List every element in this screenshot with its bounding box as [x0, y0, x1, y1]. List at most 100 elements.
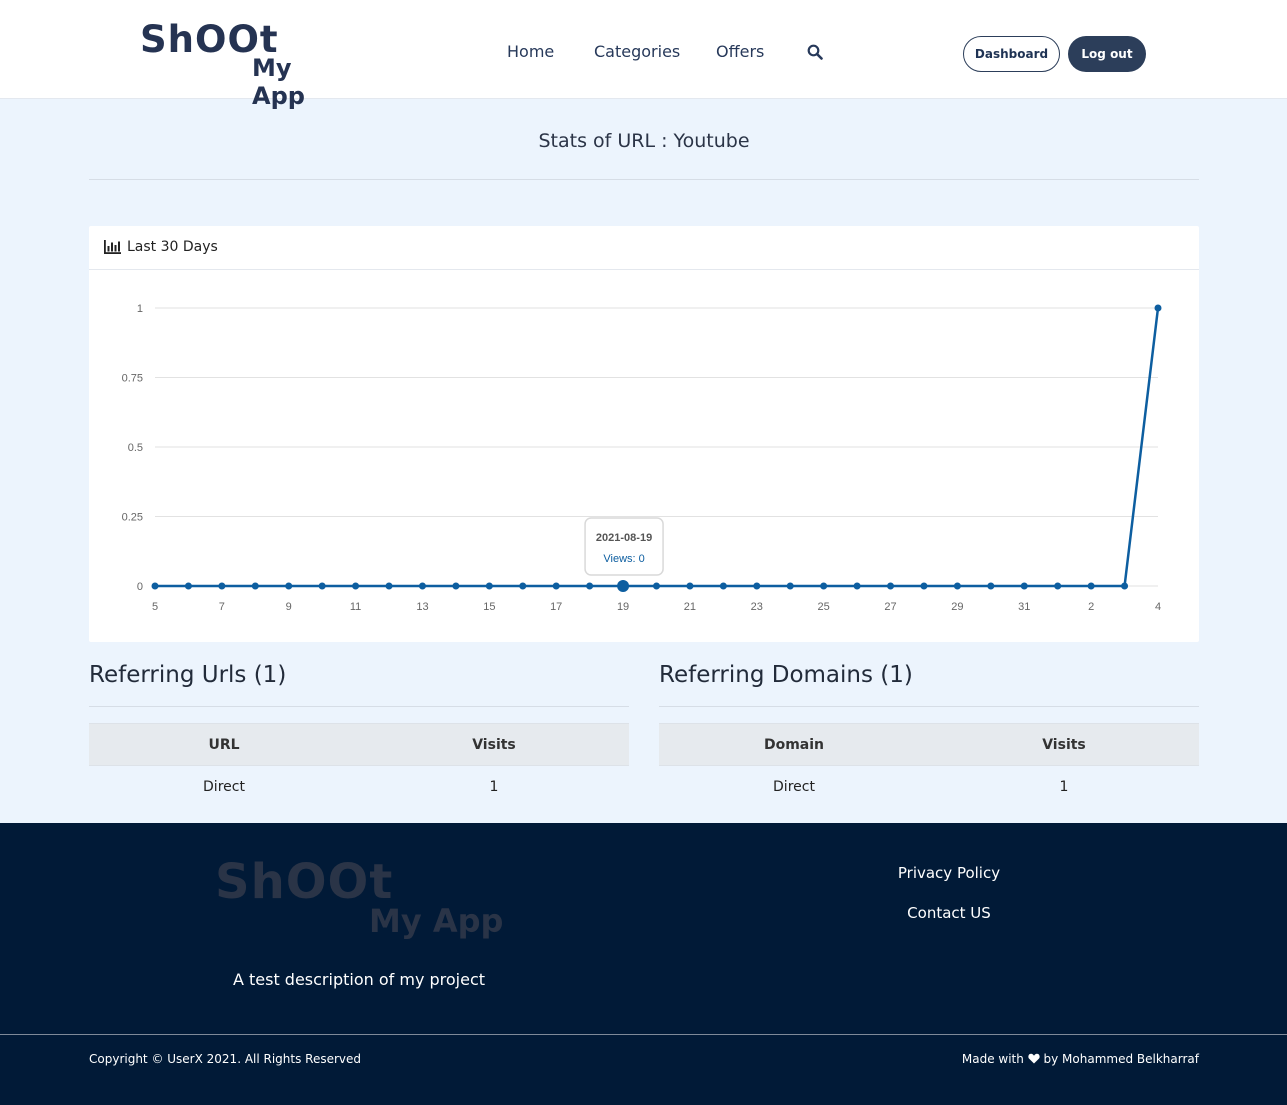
x-tick-label: 9 — [286, 601, 292, 613]
heart-icon — [1028, 1053, 1040, 1064]
x-tick-label: 31 — [1018, 601, 1030, 613]
data-point[interactable] — [1154, 304, 1162, 312]
x-tick-label: 4 — [1155, 601, 1161, 613]
data-point[interactable] — [586, 582, 594, 590]
column-header-url[interactable]: URL — [89, 723, 359, 766]
data-point[interactable] — [786, 582, 794, 590]
logo-text-myapp: My App — [252, 54, 305, 110]
x-tick-label: 27 — [884, 601, 896, 613]
data-point[interactable] — [418, 582, 426, 590]
referring-domains-title: Referring Domains (1) — [659, 662, 913, 688]
search-icon[interactable] — [807, 44, 823, 60]
footer-description: A test description of my project — [232, 970, 486, 989]
data-point[interactable] — [1087, 582, 1095, 590]
footer-logo-text-myapp: My App — [369, 902, 504, 940]
x-tick-label: 25 — [818, 601, 830, 613]
x-tick-label: 5 — [152, 601, 158, 613]
y-tick-label: 1 — [137, 303, 143, 315]
x-tick-label: 2 — [1088, 601, 1094, 613]
url-cell: Direct — [203, 778, 245, 795]
data-point[interactable] — [218, 582, 226, 590]
x-tick-label: 19 — [617, 601, 629, 613]
data-point[interactable] — [385, 582, 393, 590]
referring-urls-divider — [89, 706, 629, 707]
dashboard-button[interactable]: Dashboard — [963, 36, 1060, 72]
data-point[interactable] — [1121, 582, 1129, 590]
data-point[interactable] — [987, 582, 995, 590]
data-point[interactable] — [820, 582, 828, 590]
page-title: Stats of URL : Youtube — [538, 130, 750, 152]
domain-cell: Direct — [773, 778, 815, 795]
data-point[interactable] — [1054, 582, 1062, 590]
data-point[interactable] — [285, 582, 293, 590]
referring-urls-table: URL Visits Direct 1 — [89, 723, 629, 808]
nav-home[interactable]: Home — [507, 42, 554, 62]
made-with-credit: Made with by Mohammed Belkharraf — [962, 1051, 1199, 1067]
site-logo[interactable]: ShOOt My App — [140, 20, 350, 111]
y-tick-label: 0 — [137, 581, 143, 593]
x-tick-label: 29 — [951, 601, 963, 613]
referring-domains-divider — [659, 706, 1199, 707]
data-point[interactable] — [519, 582, 527, 590]
footer-logo-text-shoot: ShOOt — [215, 854, 394, 910]
chart-tooltip — [584, 517, 664, 576]
card-header: Last 30 Days — [89, 226, 1199, 270]
table-header-row: Domain Visits — [659, 723, 1199, 766]
data-point[interactable] — [251, 582, 259, 590]
data-point[interactable] — [953, 582, 961, 590]
logout-button[interactable]: Log out — [1068, 36, 1146, 72]
x-tick-label: 21 — [684, 601, 696, 613]
data-point[interactable] — [686, 582, 694, 590]
y-tick-label: 0.25 — [122, 512, 143, 524]
footer-divider — [0, 1034, 1287, 1035]
views-line-chart[interactable]: 00.250.50.7515 7 9 11 13 15 17 19 21 23 25 27 29 31 2 4… — [89, 270, 1199, 642]
data-point[interactable] — [452, 582, 460, 590]
column-header-visits[interactable]: Visits — [929, 723, 1199, 766]
x-tick-label: 15 — [483, 601, 495, 613]
copyright-text: Copyright © UserX 2021. All Rights Reser… — [89, 1052, 362, 1066]
table-header-row: URL Visits — [89, 723, 629, 766]
x-tick-label: 23 — [751, 601, 763, 613]
referring-urls-title: Referring Urls (1) — [89, 662, 287, 688]
data-point[interactable] — [653, 582, 660, 590]
data-point[interactable] — [485, 582, 493, 590]
data-point[interactable] — [853, 582, 861, 590]
data-point[interactable] — [318, 582, 326, 590]
x-tick-label: 17 — [550, 601, 562, 613]
data-point[interactable] — [920, 582, 928, 590]
x-tick-label: 7 — [219, 601, 225, 613]
y-tick-label: 0.75 — [122, 373, 143, 385]
stats-chart-card: Last 30 Days 0 0.25 0.5 0.75 1 5 7 9 11 13 15 17 19 2… — [89, 226, 1199, 642]
data-point[interactable] — [719, 582, 727, 590]
nav-offers[interactable]: Offers — [716, 42, 764, 62]
data-point[interactable] — [552, 582, 560, 590]
privacy-policy-link[interactable]: Privacy Policy — [659, 863, 1239, 883]
nav-categories[interactable]: Categories — [594, 42, 680, 62]
y-tick-label: 0.5 — [128, 442, 143, 454]
visits-cell: 1 — [1059, 778, 1069, 795]
visits-cell: 1 — [489, 778, 499, 795]
tooltip-value: Views: 0 — [603, 553, 644, 565]
data-point[interactable] — [352, 582, 360, 590]
data-point[interactable] — [151, 582, 159, 590]
table-row: Direct 1 — [659, 766, 1199, 808]
card-title: Last 30 Days — [127, 239, 218, 255]
referring-domains-table: Domain Visits Direct 1 — [659, 723, 1199, 808]
made-with-prefix: Made with — [961, 1052, 1024, 1066]
data-point[interactable] — [887, 582, 895, 590]
data-point[interactable] — [1020, 582, 1028, 590]
footer-logo[interactable]: ShOOt My App — [215, 856, 505, 944]
table-row: Direct 1 — [89, 766, 629, 808]
contact-us-link[interactable]: Contact US — [659, 903, 1239, 923]
x-tick-label: 13 — [416, 601, 428, 613]
tooltip-date: 2021-08-19 — [596, 532, 652, 544]
column-header-visits[interactable]: Visits — [359, 723, 629, 766]
site-header: ShOOt My App Home Categories Offers Dash… — [0, 0, 1287, 111]
column-header-domain[interactable]: Domain — [659, 723, 929, 766]
data-point[interactable] — [617, 580, 630, 592]
data-point[interactable] — [753, 582, 761, 590]
title-divider — [89, 179, 1199, 180]
bar-chart-icon — [104, 240, 121, 254]
data-point[interactable] — [184, 582, 192, 590]
x-tick-label: 11 — [350, 601, 361, 613]
